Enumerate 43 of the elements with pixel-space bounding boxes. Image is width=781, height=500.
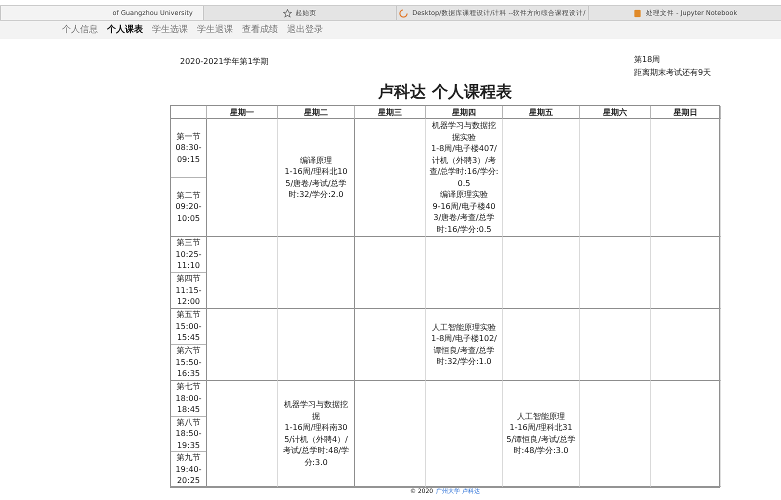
nav-link[interactable]: 个人信息 <box>62 23 98 39</box>
term-label: 2020-2021学年第1学期 <box>180 56 269 68</box>
exam-countdown: 距离期末考试还有9天 <box>634 67 712 79</box>
column-header: 星期五 <box>503 106 580 119</box>
table-cell <box>207 309 278 381</box>
table-cell <box>171 106 207 119</box>
spinner-icon <box>399 8 408 18</box>
period-cell-text: 第四节 11:15- 12:00 <box>174 273 202 308</box>
column-header: 星期二 <box>278 106 355 119</box>
period-cell: 第三节 10:25- 11:10 <box>171 237 206 273</box>
table-cell <box>651 309 721 381</box>
course-entry: 编译原理 1-16周/理科北105/唐卷/考试/总学时:32/学分:2.0 <box>283 154 349 200</box>
nav-link[interactable]: 退出登录 <box>287 23 323 39</box>
period-cell-text: 第二节 09:20- 10:05 <box>174 190 202 225</box>
period-cell: 第一节 08:30- 09:15 <box>171 119 206 178</box>
page-title: 卢科达 个人课程表 <box>377 82 513 102</box>
table-cell <box>207 237 278 309</box>
column-header: 星期日 <box>651 106 721 119</box>
course-entry: 编译原理实验 9-16周/电子楼403/唐卷/考查/总学时:16/学分:0.5 <box>431 189 497 235</box>
column-header: 星期一 <box>207 106 278 119</box>
table-cell <box>580 237 651 309</box>
period-cell-text: 第九节 19:40- 20:25 <box>174 452 202 486</box>
nav-link[interactable]: 学生选课 <box>152 23 188 39</box>
course-entry: 人工智能原理实验 1-8周/电子楼102/谭恒良/考查/总学时:32/学分:1.0 <box>430 322 498 368</box>
period-cell: 第五节 15:00- 15:45 <box>171 309 206 345</box>
table-cell <box>355 237 426 309</box>
table-cell <box>651 237 721 309</box>
book-icon <box>633 8 642 18</box>
course-entry: 机器学习与数据挖掘实验 1-8周/电子楼407/计机（外聘3）/考查/总学时:16/学分:0.5 <box>429 120 499 189</box>
period-cell-text: 第六节 15:50- 16:35 <box>174 345 202 380</box>
table-cell <box>580 309 651 381</box>
nav-link[interactable]: 查看成绩 <box>242 23 278 39</box>
course-entry: 机器学习与数据挖掘 1-16周/理科南305/计机（外聘4）/考试/总学时:48/学分:3.0 <box>282 399 350 468</box>
column-header: 星期六 <box>580 106 651 119</box>
nav-link[interactable]: 个人课表 <box>107 23 143 39</box>
period-cell: 第八节 18:50- 19:35 <box>171 416 206 452</box>
week-label: 第18周 <box>634 54 662 66</box>
star-icon <box>282 8 292 18</box>
course-entry: 人工智能原理 1-16周/理科北315/谭恒良/考试/总学时:48/学分:3.0 <box>506 410 576 456</box>
column-header: 星期三 <box>355 106 426 119</box>
column-header: 星期四 <box>426 106 503 119</box>
nav-link[interactable]: 学生退课 <box>197 23 233 39</box>
period-cell: 第七节 18:00- 18:45 <box>171 381 206 416</box>
